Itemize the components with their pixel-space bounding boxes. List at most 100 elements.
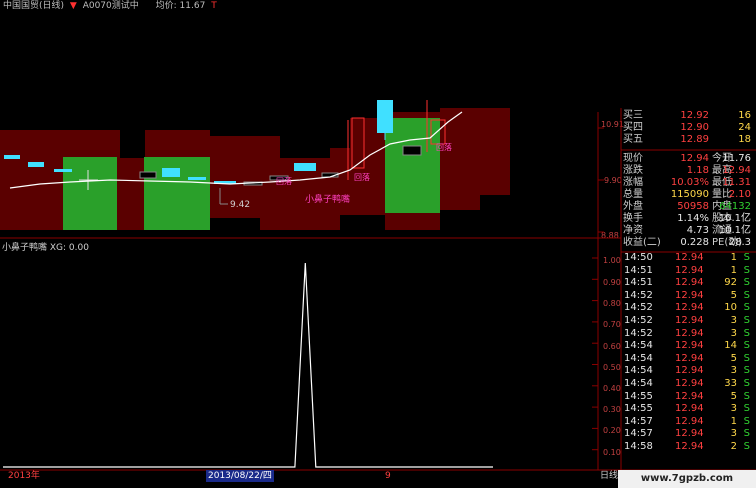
bid-price: 12.89 [680,134,709,145]
indicator-axis-label: 0.80 [603,299,621,308]
trade-volume: 3 [730,428,737,440]
bid-volume: 18 [738,134,751,145]
trade-side: S [743,415,750,427]
trade-list[interactable]: 14:50 12.94 1 S 14:51 12.94 1 S 14:51 12.94 92 S 14:… [621,252,756,470]
stat-label: 换手 [623,213,643,224]
trade-price: 12.94 [675,277,704,289]
trade-side: S [743,428,750,440]
indicator-axis-label: 0.40 [603,384,621,393]
trade-time: 14:51 [624,264,653,276]
trade-row: 14:51 12.94 1 S [621,265,753,277]
trade-time: 14:57 [624,428,653,440]
indicator-axis-label: 0.10 [603,448,621,457]
trade-volume: 1 [730,415,737,427]
trade-volume: 3 [730,403,737,415]
trade-volume: 14 [724,340,737,352]
indicator-axis-label: 0.70 [603,320,621,329]
stock-name[interactable]: 中国国贸(日线) [3,0,64,12]
trade-row: 14:52 12.94 10 S [621,302,753,314]
indicator-name[interactable]: A0070测试中 [83,0,139,12]
indicator-axis-label: 0.20 [603,426,621,435]
trade-price: 12.94 [675,302,704,314]
trade-side: S [743,302,750,314]
trade-row: 14:52 12.94 5 S [621,290,753,302]
trade-volume: 3 [730,365,737,377]
stat-value: 10.1亿 [718,213,751,224]
stat-value: 10.1亿 [718,225,751,236]
green-block [63,157,117,230]
trade-volume: 2 [730,441,737,452]
trade-row: 14:54 12.94 5 S [621,353,753,365]
trade-price: 12.94 [675,340,704,352]
stat-row: 现价 12.94 今开 11.76 [621,153,753,165]
indicator-axis-label: 0.90 [603,278,621,287]
trade-row: 14:51 12.94 92 S [621,277,753,289]
low-price-label: 9.42 [230,200,250,210]
bid-volume: 16 [738,110,751,121]
stat-label: 涨幅 [623,177,643,188]
price-axis-label: 9.90 [604,176,622,185]
trade-time: 14:55 [624,403,653,415]
bid-price: 12.90 [680,122,709,133]
indicator-axis-label: 0.30 [603,405,621,414]
green-block [385,118,440,213]
trade-row: 14:54 12.94 14 S [621,340,753,352]
trade-row: 14:52 12.94 3 S [621,328,753,340]
stat-value: 28.3 [728,237,751,248]
stat-row: 总量 115090 量比 2.10 [621,189,753,201]
stat-value: 115090 [670,189,709,200]
stat-label: 总量 [623,189,643,200]
stat-row: 外盘 50958 内盘 64132 [621,201,753,213]
trade-side: S [743,441,750,452]
candlestick-chart[interactable]: 9.42 小鼻子鸭嘴 回落 回落 回落 [0,100,598,245]
trade-row: 14:54 12.94 33 S [621,378,753,390]
indicator-ticks [592,257,598,451]
bid-label: 买三 [623,110,643,121]
trade-volume: 1 [730,264,737,276]
trade-side: S [743,340,750,352]
trade-time: 14:52 [624,327,653,339]
stat-value: 10.03% [670,177,709,188]
trade-row: 14:54 12.94 3 S [621,365,753,377]
cursor-date: 2013/08/22/四 [206,470,274,482]
stat-row: 涨幅 10.03% 最低 11.31 [621,177,753,189]
indicator-chart[interactable] [0,250,598,470]
month-label: 9 [385,471,391,481]
trade-price: 12.94 [675,327,704,339]
trade-time: 14:54 [624,378,653,389]
price-marker: T [211,1,217,11]
green-block [144,157,210,230]
period-label[interactable]: 日线 [600,470,618,482]
trade-time: 14:51 [624,277,653,289]
time-axis: 2013年 2013/08/22/四 9 日线 [0,470,618,482]
bid-row: 买五 12.89 18 [621,134,753,146]
trade-time: 14:52 [624,302,653,314]
bid-label: 买四 [623,122,643,133]
stat-label: 现价 [623,153,643,164]
bid-row: 买四 12.90 24 [621,122,753,134]
stat-value: 11.31 [722,177,751,188]
trade-price: 12.94 [675,415,704,427]
stat-label: 净资 [623,225,643,236]
trade-price: 12.94 [675,390,704,402]
stat-value: 12.94 [722,165,751,176]
stat-value: 11.76 [722,153,751,164]
trade-row: 14:58 12.94 2 S [621,441,753,453]
chart-header: 中国国贸(日线) ▼ A0070测试中 均价: 11.67 T [0,0,756,12]
trade-time: 14:52 [624,289,653,301]
trade-volume: 33 [724,378,737,389]
trade-side: S [743,403,750,415]
stat-value: 0.228 [680,237,709,248]
trade-side: S [743,264,750,276]
trade-volume: 5 [730,390,737,402]
triangle-down-icon: ▼ [69,1,77,11]
trade-price: 12.94 [675,428,704,440]
bid-row: 买三 12.92 16 [621,110,753,122]
stat-value: 50958 [677,201,709,212]
trade-time: 14:54 [624,365,653,377]
trade-time: 14:50 [624,252,653,263]
stat-row: 净资 4.73 流通 10.1亿 [621,225,753,237]
stat-value: 1.18 [686,165,709,176]
indicator-line [3,262,493,468]
trade-side: S [743,390,750,402]
